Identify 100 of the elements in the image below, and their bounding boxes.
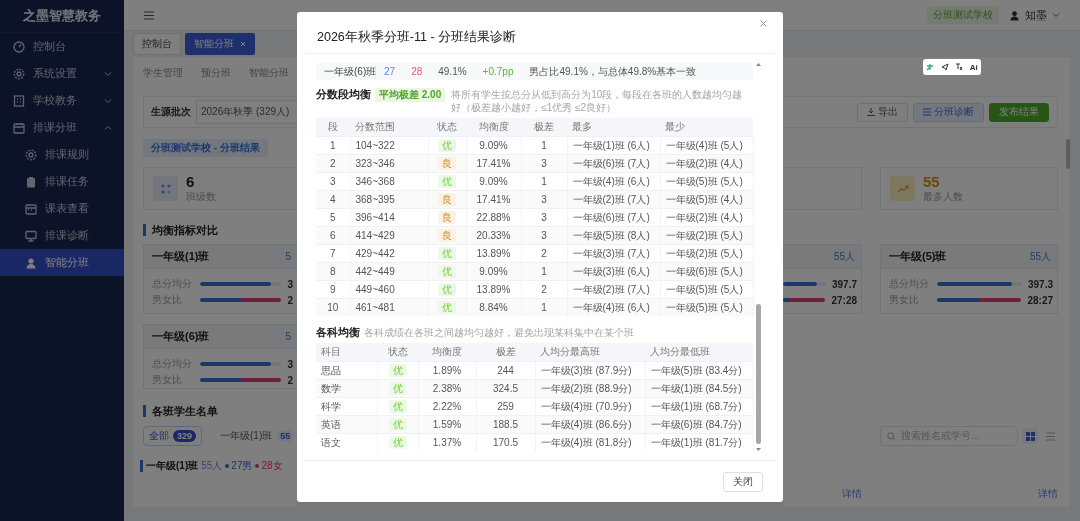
table-cell: 一年级(3)班 (6人): [567, 262, 660, 281]
table-cell: 一年级(5)班 (4人): [660, 190, 753, 209]
section-title: 均衡指标对比: [152, 222, 218, 238]
column-header: 人均分最低班: [645, 343, 753, 362]
sidebar-item[interactable]: 课表查看: [0, 195, 124, 222]
metric-value: 397.7: [831, 278, 857, 290]
female-count: 28女: [255, 459, 283, 473]
text-icon[interactable]: [955, 63, 964, 71]
sidebar-item[interactable]: 排课分班: [0, 114, 124, 141]
sidebar-item[interactable]: 排课诊断: [0, 222, 124, 249]
metric-value: 2: [287, 294, 293, 306]
sidebar-item[interactable]: 系统设置: [0, 60, 124, 87]
table-cell: 一年级(2)班 (4人): [660, 154, 753, 173]
list-icon: [923, 108, 931, 116]
table-cell: 3: [521, 154, 567, 173]
user-icon: [1009, 9, 1020, 21]
status-tag: 优: [388, 418, 407, 431]
status-tag: 优: [388, 400, 407, 413]
status-tag: 优: [438, 301, 456, 314]
column-header: 最少: [660, 118, 753, 137]
menu-icon[interactable]: [144, 10, 154, 20]
column-header: 最多: [567, 118, 660, 137]
scrollbar[interactable]: [755, 62, 762, 454]
table-cell: 4: [316, 190, 350, 209]
table-cell: 6: [316, 226, 350, 245]
table-cell: 1.37%: [418, 433, 476, 451]
filter-label: 生源批次: [151, 105, 191, 119]
school-badge: 分班测试学校: [927, 6, 999, 24]
table-cell: 17.41%: [466, 190, 521, 209]
close-icon[interactable]: [760, 20, 767, 27]
table-cell: 3: [521, 226, 567, 245]
status-tag: 优: [438, 265, 456, 278]
column-header: 科目: [316, 343, 377, 362]
table-cell: 8: [316, 262, 350, 281]
download-icon: [867, 108, 875, 116]
table-cell: 2: [316, 154, 350, 173]
diagnose-button[interactable]: 分班诊断: [913, 102, 984, 122]
batch-select[interactable]: 2026年秋季 (329人): [196, 100, 297, 124]
sidebar-item[interactable]: 控制台: [0, 33, 124, 60]
chevron-icon[interactable]: [1052, 11, 1060, 19]
user-name[interactable]: 知墨: [1025, 7, 1047, 23]
grid-view-icon[interactable]: [1022, 428, 1038, 444]
sidebar-item[interactable]: 智能分班: [0, 249, 124, 276]
details-link[interactable]: 详情: [1038, 487, 1058, 501]
status-tag: 优: [438, 139, 456, 152]
details-link[interactable]: 详情: [842, 487, 862, 501]
table-cell: 一年级(5)班 (8人): [567, 226, 660, 245]
table-cell: 一年级(4)班 (81.8分): [535, 433, 645, 451]
column-header: 人均分最高班: [535, 343, 645, 362]
clipboard-icon: [25, 175, 37, 188]
table-cell: 一年级(1)班 (81.7分): [645, 433, 753, 451]
status-tag: 良: [438, 211, 456, 224]
table-cell: 442~449: [350, 262, 428, 281]
monitor-icon: [25, 229, 37, 242]
status-tag: 优: [438, 247, 456, 260]
table-cell: 17.41%: [466, 154, 521, 173]
student-count: 55人: [1029, 249, 1051, 264]
table-cell: 1.59%: [418, 415, 476, 434]
class-name: 一年级(6)班: [316, 64, 376, 79]
ai-button[interactable]: Ai: [969, 62, 978, 72]
close-button[interactable]: 关闭: [723, 471, 763, 492]
table-cell: 1: [521, 298, 567, 316]
export-button[interactable]: 导出: [857, 102, 908, 122]
sidebar-item[interactable]: 学校教务: [0, 87, 124, 114]
table-cell: 324.5: [476, 379, 535, 398]
status-tag: 优: [388, 436, 407, 449]
translate-icon[interactable]: [926, 63, 935, 71]
table-cell: 10: [316, 298, 350, 316]
column-header: 均衡度: [466, 118, 521, 137]
class-name: 一年级(6)班: [152, 329, 211, 344]
publish-button[interactable]: 发布结果: [989, 102, 1049, 122]
ratio-note: 男占比49.1%，与总体49.8%基本一致: [528, 64, 698, 79]
student-count: 55人: [833, 249, 855, 264]
table-cell: 323~346: [350, 154, 428, 173]
metric-value: 2: [287, 374, 293, 386]
metric-value: 3: [287, 358, 293, 370]
table-cell: 8.84%: [466, 298, 521, 316]
send-icon[interactable]: [940, 63, 949, 71]
section-description: 各科成绩在各班之间越均匀越好，避免出现某科集中在某个班: [364, 326, 635, 339]
table-cell: 一年级(6)班 (5人): [660, 262, 753, 281]
sidebar-item[interactable]: 排课规则: [0, 141, 124, 168]
column-header: 分数范围: [350, 118, 428, 137]
stat-value: 55: [923, 173, 941, 190]
class-filter-chip[interactable]: 全部 329: [143, 426, 203, 446]
gear-icon: [13, 67, 25, 80]
table-cell: 2.38%: [418, 379, 476, 398]
page-tab[interactable]: 智能分班: [185, 33, 255, 55]
trend-icon: [890, 176, 915, 201]
table-cell: 数学: [316, 379, 377, 398]
column-header: 状态: [377, 343, 418, 362]
sidebar-item[interactable]: 排课任务: [0, 168, 124, 195]
class-name: 一年级(1)班: [152, 249, 211, 264]
building-icon: [13, 94, 25, 107]
status-tag: 优: [438, 175, 456, 188]
ratio-difference: +0.7pp: [481, 66, 515, 77]
calendar-icon: [25, 202, 37, 215]
page-tab[interactable]: 控制台: [133, 33, 181, 55]
column-header: 状态: [428, 118, 466, 137]
table-cell: 3: [521, 190, 567, 209]
table-cell: 一年级(2)班 (7人): [567, 190, 660, 209]
